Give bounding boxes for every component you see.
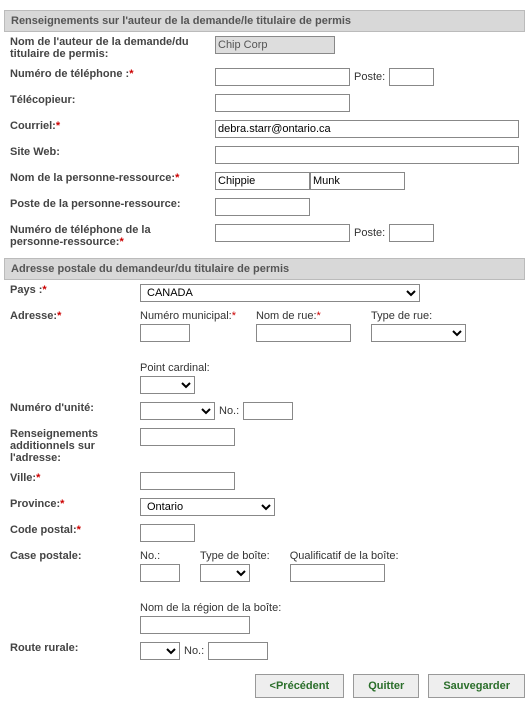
city-label: Ville:* [4, 468, 134, 494]
email-input[interactable] [215, 120, 519, 138]
save-button[interactable]: Sauvegarder [428, 674, 525, 698]
province-select[interactable]: Ontario [140, 498, 275, 516]
ext-label: Poste: [354, 71, 385, 83]
unit-no-input[interactable] [243, 402, 293, 420]
pobox-label: Case postale: [4, 546, 134, 638]
street-name-input[interactable] [256, 324, 351, 342]
contact-title-label: Poste de la personne-ressource: [4, 194, 209, 220]
street-num-input[interactable] [140, 324, 190, 342]
fax-label: Télécopieur: [4, 90, 209, 116]
quit-button[interactable]: Quitter [353, 674, 419, 698]
pobox-qual-label: Qualificatif de la boîte: [290, 550, 399, 562]
contact-phone-input[interactable] [215, 224, 350, 242]
email-label: Courriel:* [4, 116, 209, 142]
phone-input[interactable] [215, 68, 350, 86]
rural-type-select[interactable] [140, 642, 180, 660]
section2-header: Adresse postale du demandeur/du titulair… [4, 258, 525, 280]
direction-select[interactable] [140, 376, 195, 394]
rural-label: Route rurale: [4, 638, 134, 664]
direction-label: Point cardinal: [140, 362, 210, 374]
postal-label: Code postal:* [4, 520, 134, 546]
address-label: Adresse:* [4, 306, 134, 398]
unit-no-label: No.: [219, 405, 239, 417]
prev-button[interactable]: <Précédent [255, 674, 345, 698]
website-input[interactable] [215, 146, 519, 164]
pobox-type-label: Type de boîte: [200, 550, 270, 562]
postal-input[interactable] [140, 524, 195, 542]
pobox-area-label: Nom de la région de la boîte: [140, 602, 281, 614]
extra-label: Renseignements additionnels sur l'adress… [4, 424, 134, 468]
street-type-select[interactable] [371, 324, 466, 342]
contact-first-input[interactable] [215, 172, 310, 190]
section1-header: Renseignements sur l'auteur de la demand… [4, 10, 525, 32]
fax-input[interactable] [215, 94, 350, 112]
city-input[interactable] [140, 472, 235, 490]
country-label: Pays :* [4, 280, 134, 306]
unit-label: Numéro d'unité: [4, 398, 134, 424]
pobox-type-select[interactable] [200, 564, 250, 582]
contact-name-label: Nom de la personne-ressource:* [4, 168, 209, 194]
country-select[interactable]: CANADA [140, 284, 420, 302]
contact-title-input[interactable] [215, 198, 310, 216]
rural-no-input[interactable] [208, 642, 268, 660]
phone-label: Numéro de téléphone :* [4, 64, 209, 90]
contact-ext-label: Poste: [354, 227, 385, 239]
ext-input[interactable] [389, 68, 434, 86]
street-num-label: Numéro municipal:* [140, 310, 236, 322]
contact-last-input[interactable] [310, 172, 405, 190]
website-label: Site Web: [4, 142, 209, 168]
street-type-label: Type de rue: [371, 310, 466, 322]
province-label: Province:* [4, 494, 134, 520]
rural-no-label: No.: [184, 645, 204, 657]
unit-type-select[interactable] [140, 402, 215, 420]
contact-phone-label: Numéro de téléphone de la personne-resso… [4, 220, 209, 252]
applicant-name-label: Nom de l'auteur de la demande/du titulai… [4, 32, 209, 64]
contact-ext-input[interactable] [389, 224, 434, 242]
pobox-no-input[interactable] [140, 564, 180, 582]
pobox-area-input[interactable] [140, 616, 250, 634]
pobox-qual-input[interactable] [290, 564, 385, 582]
pobox-no-label: No.: [140, 550, 180, 562]
street-name-label: Nom de rue:* [256, 310, 351, 322]
applicant-name-input [215, 36, 335, 54]
extra-input[interactable] [140, 428, 235, 446]
